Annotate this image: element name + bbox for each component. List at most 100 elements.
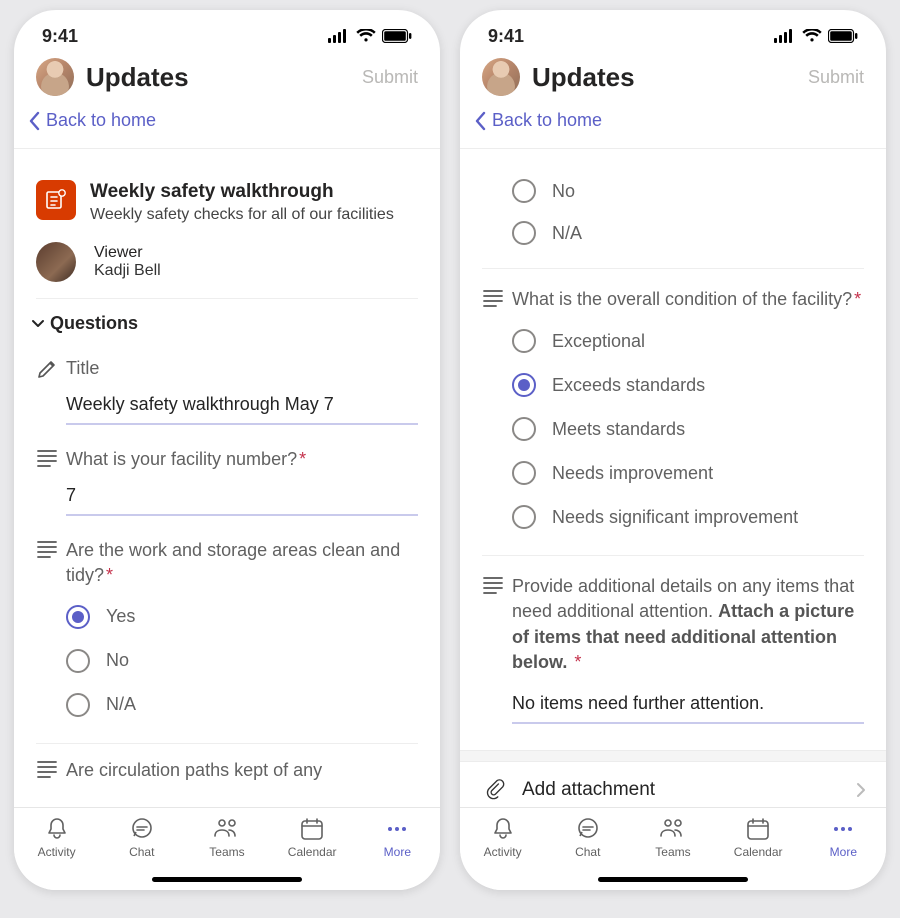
chevron-left-icon <box>28 111 42 131</box>
nav-teams[interactable]: Teams <box>191 816 263 859</box>
radio-na[interactable]: N/A <box>482 212 864 254</box>
radio-icon <box>512 505 536 529</box>
nav-calendar[interactable]: Calendar <box>722 816 794 859</box>
radio-no[interactable]: No <box>66 639 418 683</box>
radio-exceptional[interactable]: Exceptional <box>512 319 864 363</box>
text-lines-icon <box>482 289 504 307</box>
q-label: Are the work and storage areas clean and… <box>66 538 418 587</box>
condition-radio-group: Exceptional Exceeds standards Meets stan… <box>512 311 864 539</box>
prev-question-remaining: No N/A <box>460 166 886 258</box>
back-label: Back to home <box>46 110 156 131</box>
radio-icon <box>512 329 536 353</box>
bell-icon <box>44 816 70 842</box>
teams-icon <box>658 816 688 842</box>
chat-icon <box>575 816 601 842</box>
bell-icon <box>490 816 516 842</box>
template-subtitle: Weekly safety checks for all of our faci… <box>90 206 394 224</box>
radio-needs-significant[interactable]: Needs significant improvement <box>512 495 864 539</box>
radio-meets[interactable]: Meets standards <box>512 407 864 451</box>
radio-needs-improvement[interactable]: Needs improvement <box>512 451 864 495</box>
paperclip-icon <box>484 778 506 802</box>
nav-chat[interactable]: Chat <box>552 816 624 859</box>
home-indicator[interactable] <box>152 877 302 882</box>
back-to-home-link[interactable]: Back to home <box>474 110 602 131</box>
question-details: Provide additional details on any items … <box>460 556 886 724</box>
status-time: 9:41 <box>42 26 78 47</box>
header: Updates Submit <box>14 56 440 104</box>
question-facility: What is your facility number?* 7 <box>14 425 440 516</box>
radio-yes[interactable]: Yes <box>66 595 418 639</box>
q-label: What is your facility number?* <box>66 447 418 471</box>
wifi-icon <box>356 29 376 43</box>
question-title: Title Weekly safety walkthrough May 7 <box>14 342 440 425</box>
pencil-icon <box>36 358 58 380</box>
chevron-down-icon <box>30 315 46 331</box>
q-label: What is the overall condition of the fac… <box>512 287 864 311</box>
page-title: Updates <box>532 62 808 93</box>
calendar-icon <box>745 816 771 842</box>
battery-icon <box>382 29 412 43</box>
title-input[interactable]: Weekly safety walkthrough May 7 <box>66 394 418 425</box>
teams-icon <box>212 816 242 842</box>
clean-radio-group: Yes No N/A <box>66 587 418 727</box>
nav-chat[interactable]: Chat <box>106 816 178 859</box>
back-to-home-link[interactable]: Back to home <box>28 110 156 131</box>
avatar[interactable] <box>482 58 520 96</box>
radio-icon <box>66 649 90 673</box>
question-condition: What is the overall condition of the fac… <box>460 269 886 539</box>
more-icon <box>830 816 856 842</box>
text-lines-icon <box>36 449 58 467</box>
forms-app-icon <box>36 180 76 220</box>
text-lines-icon <box>36 760 58 778</box>
nav-calendar[interactable]: Calendar <box>276 816 348 859</box>
content-scroll[interactable]: No N/A What is the overall condition of … <box>460 166 886 816</box>
nav-more[interactable]: More <box>807 816 879 859</box>
chevron-left-icon <box>474 111 488 131</box>
nav-activity[interactable]: Activity <box>21 816 93 859</box>
radio-exceeds[interactable]: Exceeds standards <box>512 363 864 407</box>
status-bar: 9:41 <box>460 10 886 56</box>
home-indicator[interactable] <box>598 877 748 882</box>
nav-more[interactable]: More <box>361 816 433 859</box>
radio-icon <box>512 461 536 485</box>
radio-icon <box>512 373 536 397</box>
viewer-row[interactable]: Viewer Kadji Bell <box>14 234 440 298</box>
details-input[interactable]: No items need further attention. <box>512 693 864 724</box>
signal-icon <box>328 29 350 43</box>
header: Updates Submit <box>460 56 886 104</box>
text-lines-icon <box>36 540 58 558</box>
viewer-name: Kadji Bell <box>94 262 161 280</box>
nav-activity[interactable]: Activity <box>467 816 539 859</box>
facility-input[interactable]: 7 <box>66 485 418 516</box>
submit-button[interactable]: Submit <box>808 67 864 88</box>
radio-na[interactable]: N/A <box>66 683 418 727</box>
signal-icon <box>774 29 796 43</box>
status-icons <box>774 29 858 43</box>
back-label: Back to home <box>492 110 602 131</box>
radio-icon <box>512 221 536 245</box>
radio-icon <box>512 179 536 203</box>
status-icons <box>328 29 412 43</box>
question-clean: Are the work and storage areas clean and… <box>14 516 440 727</box>
battery-icon <box>828 29 858 43</box>
more-icon <box>384 816 410 842</box>
q-label: Title <box>66 356 418 380</box>
questions-section-header[interactable]: Questions <box>14 299 440 342</box>
template-card: Weekly safety walkthrough Weekly safety … <box>14 166 440 234</box>
radio-icon <box>66 605 90 629</box>
phone-left: 9:41 Updates Submit Back to home <box>14 10 440 890</box>
text-lines-icon <box>482 576 504 594</box>
radio-icon <box>512 417 536 441</box>
radio-no[interactable]: No <box>482 170 864 212</box>
submit-button[interactable]: Submit <box>362 67 418 88</box>
calendar-icon <box>299 816 325 842</box>
avatar[interactable] <box>36 58 74 96</box>
viewer-role: Viewer <box>94 244 161 262</box>
chat-icon <box>129 816 155 842</box>
status-time: 9:41 <box>488 26 524 47</box>
content-scroll[interactable]: Weekly safety walkthrough Weekly safety … <box>14 166 440 816</box>
nav-teams[interactable]: Teams <box>637 816 709 859</box>
viewer-avatar <box>36 242 76 282</box>
status-bar: 9:41 <box>14 10 440 56</box>
cutoff-question: Are circulation paths kept of any <box>66 758 418 782</box>
